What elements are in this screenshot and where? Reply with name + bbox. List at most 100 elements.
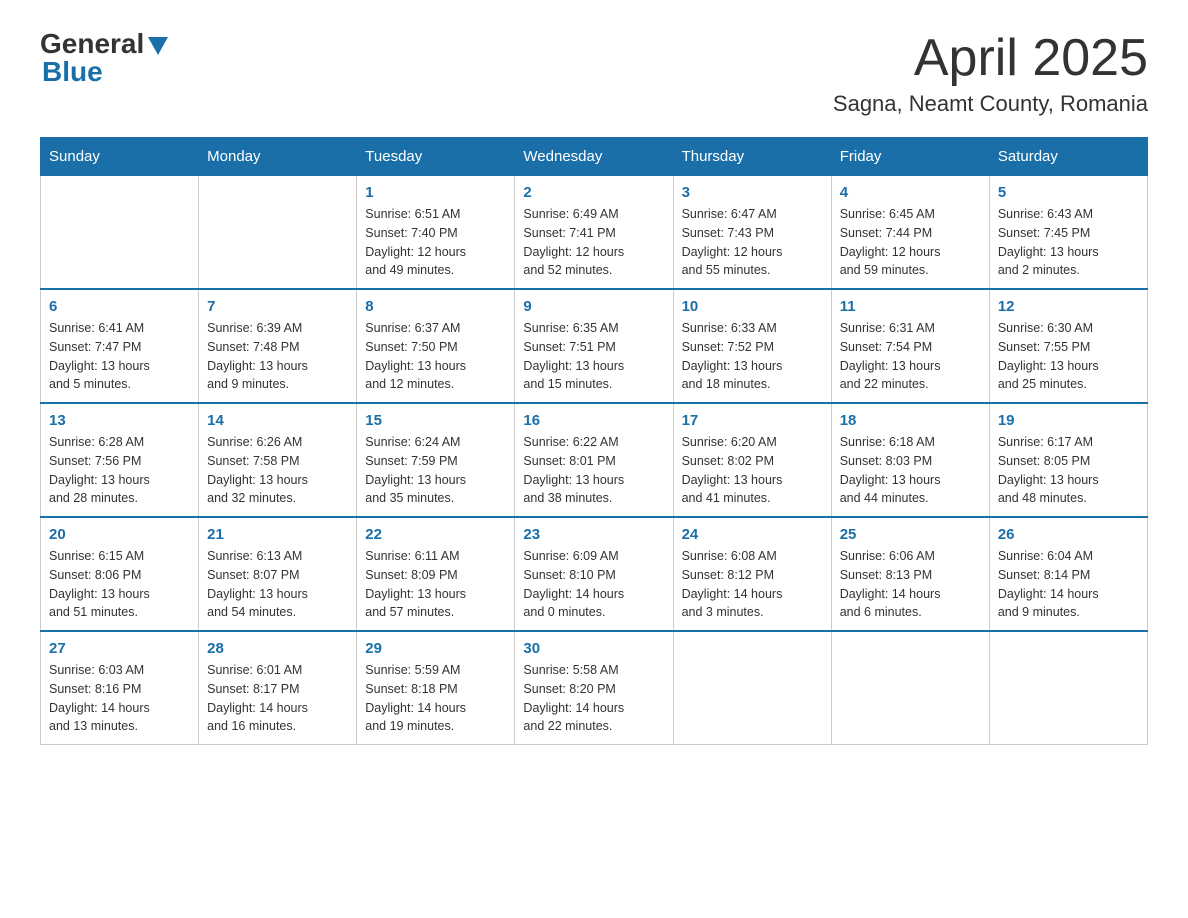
day-number: 22 bbox=[365, 526, 506, 543]
day-number: 27 bbox=[49, 640, 190, 657]
day-number: 2 bbox=[523, 184, 664, 201]
day-info: Sunrise: 6:03 AM Sunset: 8:16 PM Dayligh… bbox=[49, 661, 190, 736]
logo: General Blue bbox=[40, 30, 168, 88]
day-number: 9 bbox=[523, 298, 664, 315]
day-info: Sunrise: 5:59 AM Sunset: 8:18 PM Dayligh… bbox=[365, 661, 506, 736]
calendar-cell: 25Sunrise: 6:06 AM Sunset: 8:13 PM Dayli… bbox=[831, 517, 989, 631]
calendar-cell: 16Sunrise: 6:22 AM Sunset: 8:01 PM Dayli… bbox=[515, 403, 673, 517]
day-info: Sunrise: 6:51 AM Sunset: 7:40 PM Dayligh… bbox=[365, 205, 506, 280]
day-number: 15 bbox=[365, 412, 506, 429]
day-number: 18 bbox=[840, 412, 981, 429]
day-info: Sunrise: 5:58 AM Sunset: 8:20 PM Dayligh… bbox=[523, 661, 664, 736]
calendar-cell: 20 Sunrise: 6:15 AM Sunset: 8:06 PM Dayli… bbox=[41, 517, 199, 631]
day-number: 10 bbox=[682, 298, 823, 315]
day-number: 19 bbox=[998, 412, 1139, 429]
logo-blue-text: Blue bbox=[40, 56, 103, 88]
calendar-day-header: Sunday bbox=[41, 138, 199, 176]
calendar-table: SundayMondayTuesdayWednesdayThursdayFrid… bbox=[40, 137, 1148, 745]
day-number: 28 bbox=[207, 640, 348, 657]
calendar-cell: 22Sunrise: 6:11 AM Sunset: 8:09 PM Dayli… bbox=[357, 517, 515, 631]
calendar-cell: 21 Sunrise: 6:13 AM Sunset: 8:07 PM Dayli… bbox=[199, 517, 357, 631]
day-number: 6 bbox=[49, 298, 190, 315]
day-info: Sunrise: 6:17 AM Sunset: 8:05 PM Dayligh… bbox=[998, 433, 1139, 508]
calendar-cell: 9 Sunrise: 6:35 AM Sunset: 7:51 PM Daylig… bbox=[515, 289, 673, 403]
calendar-cell bbox=[41, 176, 199, 290]
day-number: 17 bbox=[682, 412, 823, 429]
day-number: 29 bbox=[365, 640, 506, 657]
logo-general-text: General bbox=[40, 30, 144, 58]
day-info: Sunrise: 6:20 AM Sunset: 8:02 PM Dayligh… bbox=[682, 433, 823, 508]
logo-arrow-icon bbox=[148, 37, 168, 55]
day-info: Sunrise: 6:04 AM Sunset: 8:14 PM Dayligh… bbox=[998, 547, 1139, 622]
day-info: Sunrise: 6:37 AM Sunset: 7:50 PM Dayligh… bbox=[365, 319, 506, 394]
day-number: 23 bbox=[523, 526, 664, 543]
day-info: Sunrise: 6:09 AM Sunset: 8:10 PM Dayligh… bbox=[523, 547, 664, 622]
day-info: Sunrise: 6:41 AM Sunset: 7:47 PM Dayligh… bbox=[49, 319, 190, 394]
calendar-cell: 11 Sunrise: 6:31 AM Sunset: 7:54 PM Dayli… bbox=[831, 289, 989, 403]
day-info: Sunrise: 6:30 AM Sunset: 7:55 PM Dayligh… bbox=[998, 319, 1139, 394]
calendar-cell: 28 Sunrise: 6:01 AM Sunset: 8:17 PM Dayli… bbox=[199, 631, 357, 745]
calendar-cell: 3 Sunrise: 6:47 AM Sunset: 7:43 PM Daylig… bbox=[673, 176, 831, 290]
calendar-day-header: Thursday bbox=[673, 138, 831, 176]
day-info: Sunrise: 6:22 AM Sunset: 8:01 PM Dayligh… bbox=[523, 433, 664, 508]
day-info: Sunrise: 6:26 AM Sunset: 7:58 PM Dayligh… bbox=[207, 433, 348, 508]
day-number: 21 bbox=[207, 526, 348, 543]
day-number: 26 bbox=[998, 526, 1139, 543]
calendar-cell: 5 Sunrise: 6:43 AM Sunset: 7:45 PM Daylig… bbox=[989, 176, 1147, 290]
subtitle: Sagna, Neamt County, Romania bbox=[833, 91, 1148, 117]
day-info: Sunrise: 6:43 AM Sunset: 7:45 PM Dayligh… bbox=[998, 205, 1139, 280]
calendar-day-header: Saturday bbox=[989, 138, 1147, 176]
calendar-cell: 18Sunrise: 6:18 AM Sunset: 8:03 PM Dayli… bbox=[831, 403, 989, 517]
calendar-cell: 10Sunrise: 6:33 AM Sunset: 7:52 PM Dayli… bbox=[673, 289, 831, 403]
day-number: 11 bbox=[840, 298, 981, 315]
calendar-cell: 8 Sunrise: 6:37 AM Sunset: 7:50 PM Daylig… bbox=[357, 289, 515, 403]
day-info: Sunrise: 6:15 AM Sunset: 8:06 PM Dayligh… bbox=[49, 547, 190, 622]
calendar-week-row: 20 Sunrise: 6:15 AM Sunset: 8:06 PM Dayli… bbox=[41, 517, 1148, 631]
main-title: April 2025 bbox=[833, 30, 1148, 87]
day-info: Sunrise: 6:08 AM Sunset: 8:12 PM Dayligh… bbox=[682, 547, 823, 622]
calendar-cell: 4 Sunrise: 6:45 AM Sunset: 7:44 PM Daylig… bbox=[831, 176, 989, 290]
calendar-day-header: Tuesday bbox=[357, 138, 515, 176]
calendar-cell: 17 Sunrise: 6:20 AM Sunset: 8:02 PM Dayli… bbox=[673, 403, 831, 517]
calendar-cell: 24Sunrise: 6:08 AM Sunset: 8:12 PM Dayli… bbox=[673, 517, 831, 631]
day-info: Sunrise: 6:31 AM Sunset: 7:54 PM Dayligh… bbox=[840, 319, 981, 394]
day-info: Sunrise: 6:01 AM Sunset: 8:17 PM Dayligh… bbox=[207, 661, 348, 736]
calendar-cell bbox=[199, 176, 357, 290]
calendar-cell: 1 Sunrise: 6:51 AM Sunset: 7:40 PM Daylig… bbox=[357, 176, 515, 290]
calendar-cell: 12 Sunrise: 6:30 AM Sunset: 7:55 PM Dayli… bbox=[989, 289, 1147, 403]
day-number: 25 bbox=[840, 526, 981, 543]
day-info: Sunrise: 6:47 AM Sunset: 7:43 PM Dayligh… bbox=[682, 205, 823, 280]
day-number: 13 bbox=[49, 412, 190, 429]
day-number: 4 bbox=[840, 184, 981, 201]
calendar-week-row: 27 Sunrise: 6:03 AM Sunset: 8:16 PM Dayli… bbox=[41, 631, 1148, 745]
day-number: 3 bbox=[682, 184, 823, 201]
day-number: 20 bbox=[49, 526, 190, 543]
calendar-cell: 13 Sunrise: 6:28 AM Sunset: 7:56 PM Dayli… bbox=[41, 403, 199, 517]
day-info: Sunrise: 6:49 AM Sunset: 7:41 PM Dayligh… bbox=[523, 205, 664, 280]
calendar-cell: 26 Sunrise: 6:04 AM Sunset: 8:14 PM Dayli… bbox=[989, 517, 1147, 631]
day-number: 30 bbox=[523, 640, 664, 657]
calendar-cell: 14Sunrise: 6:26 AM Sunset: 7:58 PM Dayli… bbox=[199, 403, 357, 517]
calendar-cell: 27 Sunrise: 6:03 AM Sunset: 8:16 PM Dayli… bbox=[41, 631, 199, 745]
day-number: 5 bbox=[998, 184, 1139, 201]
calendar-week-row: 6 Sunrise: 6:41 AM Sunset: 7:47 PM Daylig… bbox=[41, 289, 1148, 403]
day-number: 1 bbox=[365, 184, 506, 201]
calendar-cell: 6 Sunrise: 6:41 AM Sunset: 7:47 PM Daylig… bbox=[41, 289, 199, 403]
day-info: Sunrise: 6:45 AM Sunset: 7:44 PM Dayligh… bbox=[840, 205, 981, 280]
calendar-cell: 19 Sunrise: 6:17 AM Sunset: 8:05 PM Dayli… bbox=[989, 403, 1147, 517]
day-info: Sunrise: 6:35 AM Sunset: 7:51 PM Dayligh… bbox=[523, 319, 664, 394]
day-number: 7 bbox=[207, 298, 348, 315]
calendar-cell: 15 Sunrise: 6:24 AM Sunset: 7:59 PM Dayli… bbox=[357, 403, 515, 517]
calendar-week-row: 1 Sunrise: 6:51 AM Sunset: 7:40 PM Daylig… bbox=[41, 176, 1148, 290]
page-header: General Blue April 2025 Sagna, Neamt Cou… bbox=[40, 30, 1148, 117]
day-number: 8 bbox=[365, 298, 506, 315]
day-number: 12 bbox=[998, 298, 1139, 315]
calendar-cell: 7Sunrise: 6:39 AM Sunset: 7:48 PM Daylig… bbox=[199, 289, 357, 403]
calendar-day-header: Monday bbox=[199, 138, 357, 176]
calendar-cell: 29 Sunrise: 5:59 AM Sunset: 8:18 PM Dayli… bbox=[357, 631, 515, 745]
calendar-cell: 2 Sunrise: 6:49 AM Sunset: 7:41 PM Daylig… bbox=[515, 176, 673, 290]
day-info: Sunrise: 6:28 AM Sunset: 7:56 PM Dayligh… bbox=[49, 433, 190, 508]
day-info: Sunrise: 6:24 AM Sunset: 7:59 PM Dayligh… bbox=[365, 433, 506, 508]
day-info: Sunrise: 6:13 AM Sunset: 8:07 PM Dayligh… bbox=[207, 547, 348, 622]
calendar-cell bbox=[989, 631, 1147, 745]
